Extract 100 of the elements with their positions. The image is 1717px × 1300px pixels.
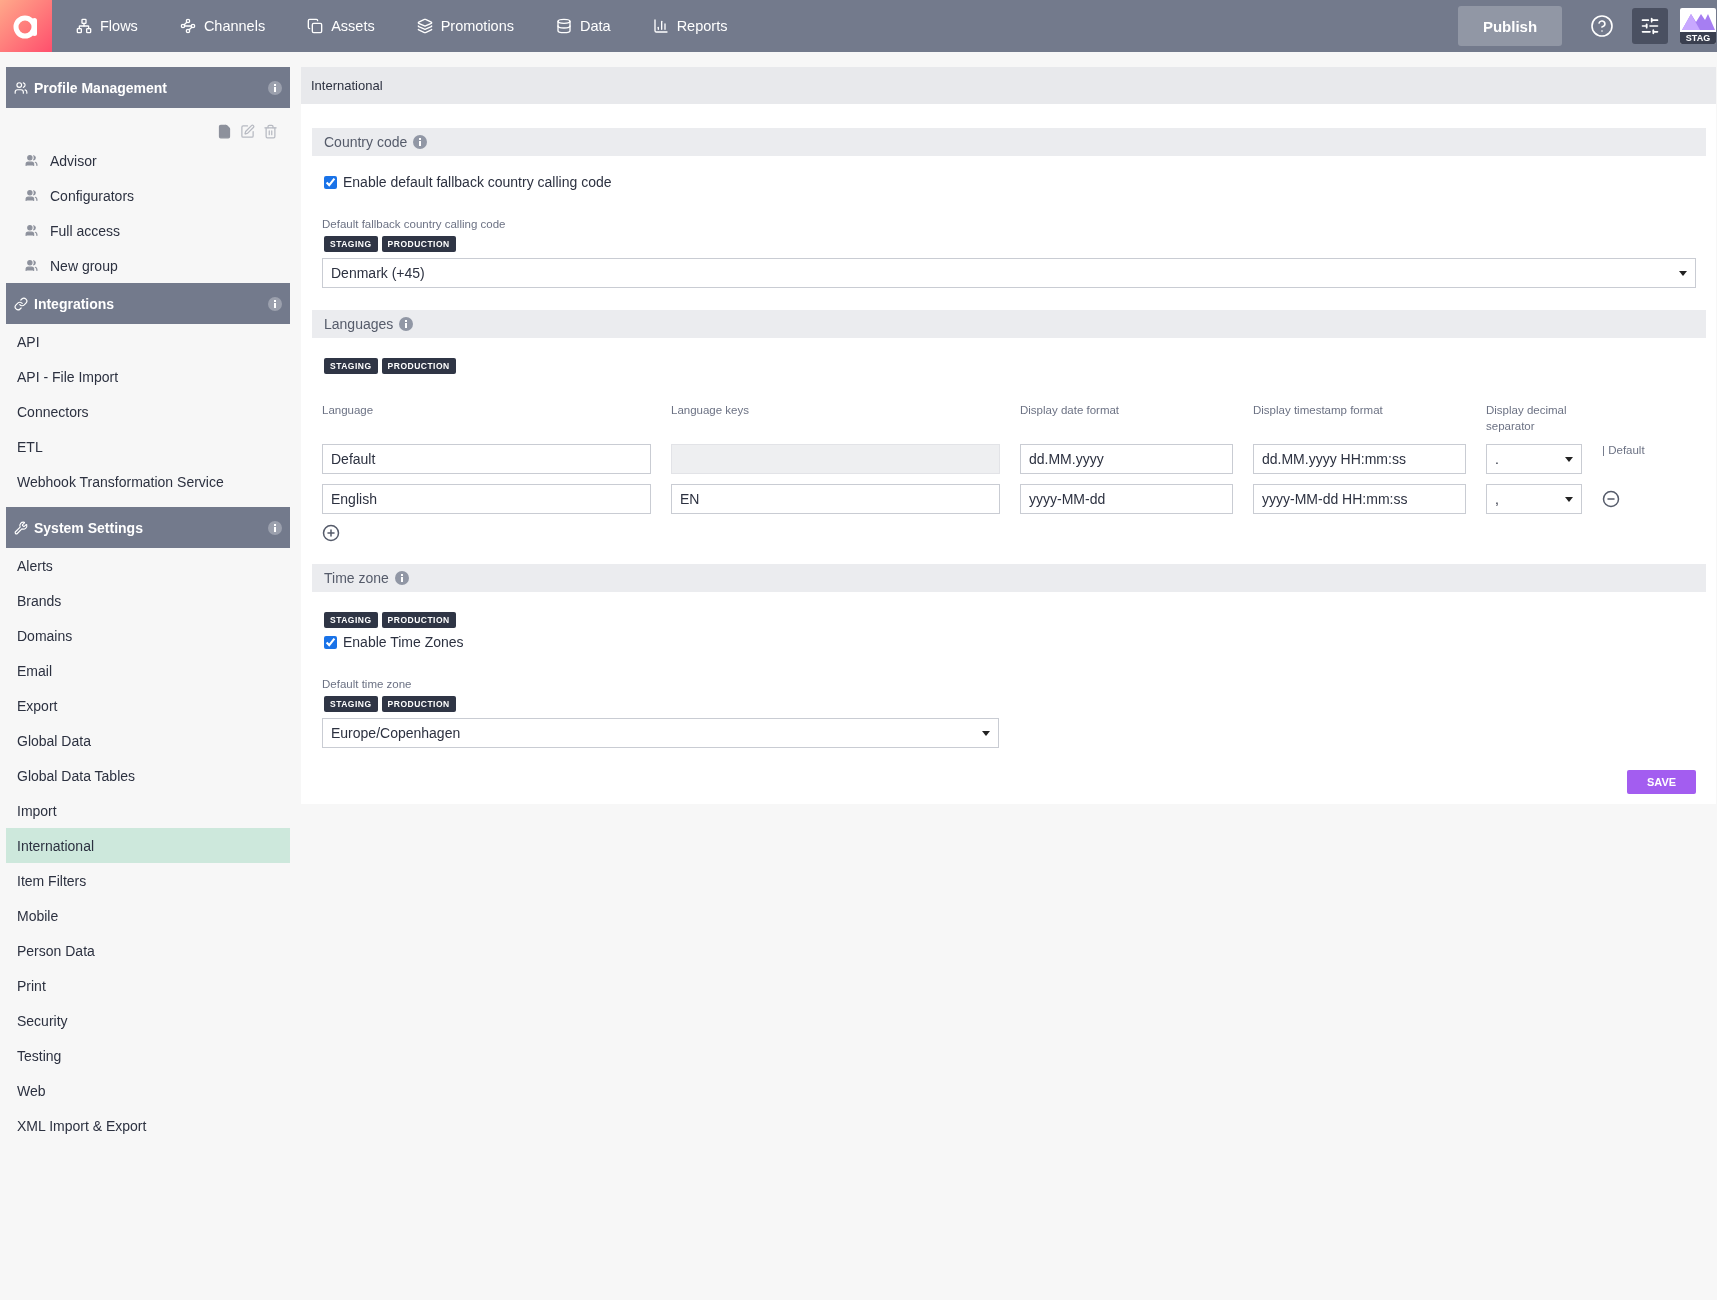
info-icon (268, 520, 282, 535)
nav-icon (179, 18, 196, 34)
section-title: Languages (324, 316, 394, 332)
environment-badge[interactable]: STAG (1680, 8, 1716, 44)
sidebar-item[interactable]: Domains (6, 618, 290, 653)
section-icon (14, 520, 28, 535)
sidebar-item[interactable]: Webhook Transformation Service (6, 464, 290, 499)
sidebar-item[interactable]: ETL (6, 429, 290, 464)
info-icon (413, 135, 428, 149)
save-button[interactable]: SAVE (1627, 770, 1696, 794)
sidebar-item[interactable]: Advisor (6, 143, 290, 178)
group-icon (25, 224, 38, 237)
decimal-separator-select[interactable]: , (1486, 484, 1582, 514)
sidebar-item[interactable]: Import (6, 793, 290, 828)
sidebar-item[interactable]: Email (6, 653, 290, 688)
column-header: Language (322, 403, 375, 418)
sidebar-item[interactable]: Item Filters (6, 863, 290, 898)
environment-badge: PRODUCTION (381, 612, 456, 628)
environment-badge: STAGING (324, 358, 378, 374)
sidebar-section-header[interactable]: System Settings (6, 507, 290, 548)
section-title: Time zone (324, 570, 389, 586)
nav-icon (556, 18, 572, 34)
sidebar-item[interactable]: Connectors (6, 394, 290, 429)
info-icon (399, 317, 414, 331)
column-header: Display timestamp format (1253, 403, 1384, 418)
section-title: Country code (324, 134, 408, 150)
sidebar-item[interactable]: International (6, 828, 290, 863)
sidebar-item[interactable]: Testing (6, 1038, 290, 1073)
caret-icon (1565, 496, 1573, 502)
environment-badge: STAGING (324, 696, 378, 712)
sliders-icon (1640, 16, 1660, 36)
nav-link[interactable]: Assets (307, 18, 375, 34)
environment-badge: PRODUCTION (381, 696, 456, 712)
timestamp-format-field[interactable]: dd.MM.yyyy HH:mm:ss (1253, 444, 1466, 474)
sidebar-item[interactable]: Export (6, 688, 290, 723)
caret-icon (1679, 270, 1687, 276)
sidebar-item[interactable]: New group (6, 248, 290, 283)
sidebar-item[interactable]: Web (6, 1073, 290, 1108)
checkbox-label: Enable Time Zones (343, 634, 464, 650)
timestamp-format-field[interactable]: yyyy-MM-dd HH:mm:ss (1253, 484, 1466, 514)
group-icon (25, 154, 38, 167)
app-logo[interactable] (0, 0, 52, 52)
nav-icon (652, 18, 669, 34)
environment-badge: PRODUCTION (381, 236, 456, 252)
language-field[interactable]: Default (322, 444, 651, 474)
language-field[interactable]: English (322, 484, 651, 514)
time-zone-select[interactable]: Europe/Copenhagen (322, 718, 999, 748)
sidebar-item[interactable]: Global Data (6, 723, 290, 758)
column-header: Display date format (1020, 403, 1121, 418)
sidebar-item[interactable]: Security (6, 1003, 290, 1038)
environment-badge: STAGING (324, 612, 378, 628)
sidebar-item[interactable]: Full access (6, 213, 290, 248)
caret-icon (982, 730, 990, 736)
nav-icon (416, 18, 433, 34)
date-format-field[interactable]: dd.MM.yyyy (1020, 444, 1233, 474)
date-format-field[interactable]: yyyy-MM-dd (1020, 484, 1233, 514)
page-title: International (301, 67, 1716, 104)
remove-button[interactable] (1602, 490, 1620, 508)
field-label: Default time zone (322, 678, 413, 690)
sidebar-item[interactable]: Print (6, 968, 290, 1003)
info-icon (268, 296, 282, 311)
sidebar-section-header[interactable]: Profile Management (6, 67, 290, 108)
checkbox[interactable] (324, 635, 337, 649)
sidebar-item[interactable]: Brands (6, 583, 290, 618)
country-code-select[interactable]: Denmark (+45) (322, 258, 1696, 288)
sidebar-item[interactable]: Configurators (6, 178, 290, 213)
group-icon (25, 189, 38, 202)
settings-button[interactable] (1632, 8, 1668, 44)
checkbox[interactable] (324, 175, 337, 189)
nav-icon (307, 18, 324, 34)
sidebar-item[interactable]: API - File Import (6, 359, 290, 394)
add-button[interactable] (322, 524, 340, 542)
column-header: Display decimal separator (1486, 403, 1568, 434)
sidebar-item[interactable]: API (6, 324, 290, 359)
environment-badge: PRODUCTION (381, 358, 456, 374)
nav-icon (76, 18, 92, 34)
nav-link[interactable]: Reports (652, 18, 728, 34)
environment-badge: STAGING (324, 236, 378, 252)
info-icon (268, 80, 282, 95)
sidebar-item[interactable]: XML Import & Export (6, 1108, 290, 1143)
new-file-icon[interactable] (217, 124, 232, 139)
nav-link[interactable]: Channels (179, 18, 266, 34)
language-keys-field[interactable]: EN (671, 484, 1000, 514)
section-icon (14, 80, 28, 95)
column-header: Language keys (671, 403, 750, 418)
caret-icon (1565, 456, 1573, 462)
nav-link[interactable]: Flows (76, 18, 138, 34)
info-icon (394, 571, 409, 585)
nav-link[interactable]: Data (556, 18, 611, 34)
sidebar-item[interactable]: Person Data (6, 933, 290, 968)
field-label: Default fallback country calling code (322, 218, 507, 230)
group-icon (25, 259, 38, 272)
decimal-separator-select[interactable]: . (1486, 444, 1582, 474)
nav-link[interactable]: Promotions (416, 18, 514, 34)
default-note: | Default (1602, 444, 1646, 456)
sidebar-item[interactable]: Global Data Tables (6, 758, 290, 793)
sidebar-item[interactable]: Alerts (6, 548, 290, 583)
sidebar-section-header[interactable]: Integrations (6, 283, 290, 324)
help-icon (1590, 14, 1614, 38)
sidebar-item[interactable]: Mobile (6, 898, 290, 933)
